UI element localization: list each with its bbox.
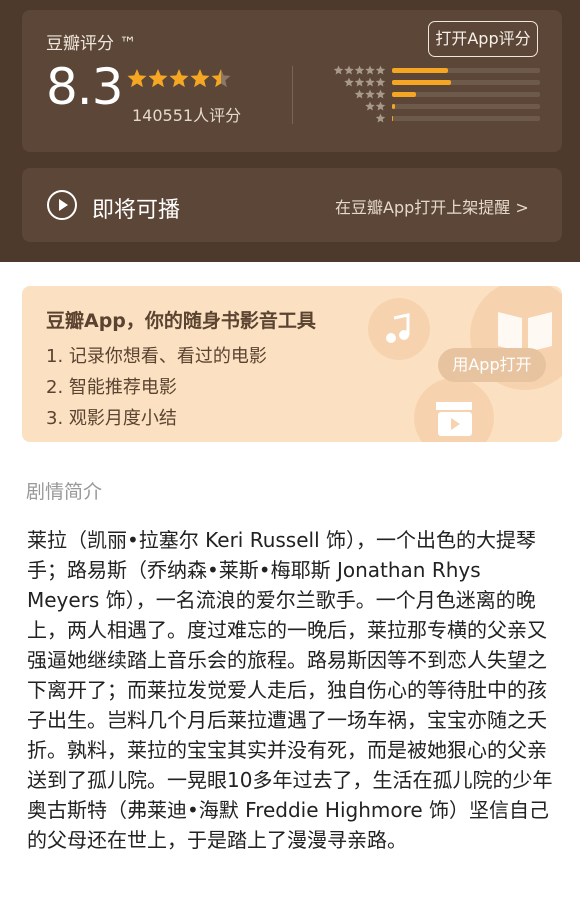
rating-bar-fill [392,68,449,73]
rating-bar-3-star [328,89,548,100]
rating-count: 140551人评分 [132,106,242,125]
star-icon [211,69,231,88]
promo-item: 3. 观影月度小结 [46,408,177,429]
rating-header: 豆瓣评分 ™ 打开App评分 8.3 140551人评分 即将可播 在豆瓣App… [0,0,580,262]
rating-bar-track [392,80,540,85]
rating-bar-4-star [328,77,548,88]
rating-bar-track [392,68,540,73]
rating-bar-track [392,116,540,121]
synopsis-title: 剧情简介 [26,481,103,503]
play-circle-icon [47,190,77,220]
open-in-app-button[interactable]: 用App打开 [438,348,546,382]
rating-distribution [328,65,548,135]
promo-title: 豆瓣App，你的随身书影音工具 [46,310,316,332]
rating-title: 豆瓣评分 ™ [46,34,137,54]
music-note-icon [368,298,430,360]
app-promo-banner: 豆瓣App，你的随身书影音工具 1. 记录你想看、看过的电影 2. 智能推荐电影… [22,286,562,442]
star-icon [375,113,386,123]
rating-score: 8.3 [46,58,124,116]
synopsis-text: 莱拉（凯丽•拉塞尔 Keri Russell 饰），一个出色的大提琴手；路易斯（… [27,528,553,852]
rating-bar-5-star [328,65,548,76]
rating-bar-1-star [328,113,548,124]
rating-bar-track [392,92,540,97]
rating-bar-fill [392,116,394,121]
divider [292,66,293,124]
star-icon [344,77,386,87]
star-icon [190,69,210,88]
star-icon [127,69,147,88]
play-card[interactable]: 即将可播 在豆瓣App打开上架提醒 > [22,168,562,242]
film-icon [414,378,494,442]
rating-bar-2-star [328,101,548,112]
rating-bar-fill [392,92,416,97]
star-icon [169,69,189,88]
rating-bar-fill [392,80,452,85]
open-app-rating-button[interactable]: 打开App评分 [428,21,538,57]
star-icon [148,69,168,88]
remind-link[interactable]: 在豆瓣App打开上架提醒 > [335,194,529,218]
promo-item: 2. 智能推荐电影 [46,377,177,398]
star-icon [365,101,386,111]
rating-card: 豆瓣评分 ™ 打开App评分 8.3 140551人评分 [22,10,562,152]
rating-bar-fill [392,104,395,109]
star-icon [354,89,386,99]
rating-bar-track [392,104,540,109]
rating-stars-icon [127,69,231,88]
promo-item: 1. 记录你想看、看过的电影 [46,346,267,367]
star-icon [333,65,386,75]
play-label: 即将可播 [92,198,181,223]
